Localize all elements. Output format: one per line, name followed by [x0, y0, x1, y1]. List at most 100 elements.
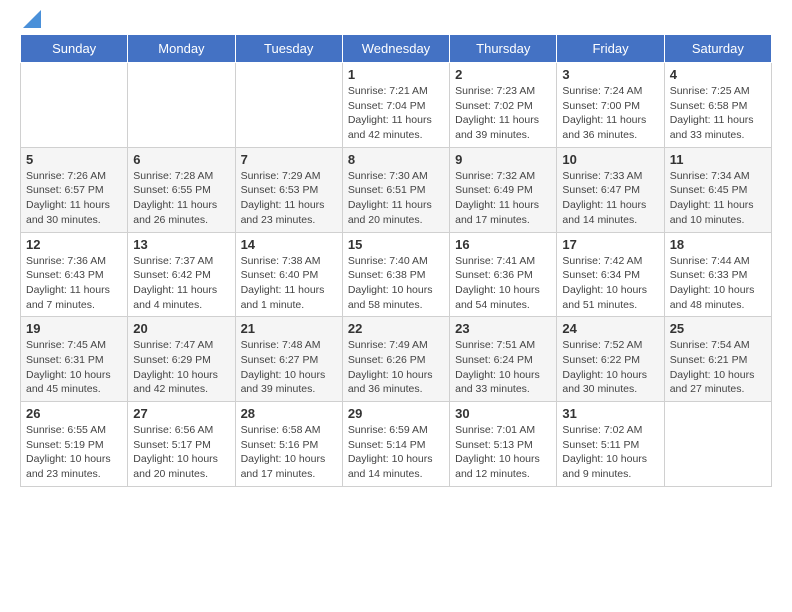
day-number: 15	[348, 237, 444, 252]
calendar-cell: 19 Sunrise: 7:45 AM Sunset: 6:31 PM Dayli…	[21, 317, 128, 402]
col-header-monday: Monday	[128, 35, 235, 63]
col-header-friday: Friday	[557, 35, 664, 63]
day-info: Sunrise: 7:36 AM Sunset: 6:43 PM Dayligh…	[26, 254, 122, 313]
day-info: Sunrise: 7:44 AM Sunset: 6:33 PM Dayligh…	[670, 254, 766, 313]
calendar-cell: 1 Sunrise: 7:21 AM Sunset: 7:04 PM Daylig…	[342, 63, 449, 148]
col-header-wednesday: Wednesday	[342, 35, 449, 63]
page-header	[20, 20, 772, 24]
day-number: 19	[26, 321, 122, 336]
calendar-cell	[128, 63, 235, 148]
day-info: Sunrise: 7:37 AM Sunset: 6:42 PM Dayligh…	[133, 254, 229, 313]
calendar-cell: 25 Sunrise: 7:54 AM Sunset: 6:21 PM Dayli…	[664, 317, 771, 402]
day-number: 20	[133, 321, 229, 336]
day-info: Sunrise: 6:58 AM Sunset: 5:16 PM Dayligh…	[241, 423, 337, 482]
day-info: Sunrise: 7:02 AM Sunset: 5:11 PM Dayligh…	[562, 423, 658, 482]
calendar-cell: 9Sunrise: 7:32 AM Sunset: 6:49 PM Daylig…	[450, 147, 557, 232]
day-number: 1	[348, 67, 444, 82]
calendar-cell: 3 Sunrise: 7:24 AM Sunset: 7:00 PM Daylig…	[557, 63, 664, 148]
calendar-cell: 26 Sunrise: 6:55 AM Sunset: 5:19 PM Dayli…	[21, 402, 128, 487]
day-number: 18	[670, 237, 766, 252]
calendar-cell: 23 Sunrise: 7:51 AM Sunset: 6:24 PM Dayli…	[450, 317, 557, 402]
calendar-cell: 31 Sunrise: 7:02 AM Sunset: 5:11 PM Dayli…	[557, 402, 664, 487]
calendar-cell: 30 Sunrise: 7:01 AM Sunset: 5:13 PM Dayli…	[450, 402, 557, 487]
calendar-cell: 12 Sunrise: 7:36 AM Sunset: 6:43 PM Dayli…	[21, 232, 128, 317]
calendar-cell	[664, 402, 771, 487]
day-info: Sunrise: 7:51 AM Sunset: 6:24 PM Dayligh…	[455, 338, 551, 397]
day-number: 12	[26, 237, 122, 252]
calendar-cell: 8 Sunrise: 7:30 AM Sunset: 6:51 PM Daylig…	[342, 147, 449, 232]
calendar-cell: 20 Sunrise: 7:47 AM Sunset: 6:29 PM Dayli…	[128, 317, 235, 402]
day-info: Sunrise: 7:29 AM Sunset: 6:53 PM Dayligh…	[241, 169, 337, 228]
calendar-cell: 29Sunrise: 6:59 AM Sunset: 5:14 PM Dayli…	[342, 402, 449, 487]
day-number: 28	[241, 406, 337, 421]
day-info: Sunrise: 7:21 AM Sunset: 7:04 PM Dayligh…	[348, 84, 444, 143]
calendar-cell: 7Sunrise: 7:29 AM Sunset: 6:53 PM Daylig…	[235, 147, 342, 232]
day-number: 2	[455, 67, 551, 82]
calendar-cell: 24 Sunrise: 7:52 AM Sunset: 6:22 PM Dayli…	[557, 317, 664, 402]
calendar-cell: 5 Sunrise: 7:26 AM Sunset: 6:57 PM Daylig…	[21, 147, 128, 232]
day-number: 31	[562, 406, 658, 421]
calendar-cell: 28 Sunrise: 6:58 AM Sunset: 5:16 PM Dayli…	[235, 402, 342, 487]
day-info: Sunrise: 7:48 AM Sunset: 6:27 PM Dayligh…	[241, 338, 337, 397]
day-number: 16	[455, 237, 551, 252]
calendar-cell: 17 Sunrise: 7:42 AM Sunset: 6:34 PM Dayli…	[557, 232, 664, 317]
day-info: Sunrise: 7:32 AM Sunset: 6:49 PM Dayligh…	[455, 169, 551, 228]
day-info: Sunrise: 6:56 AM Sunset: 5:17 PM Dayligh…	[133, 423, 229, 482]
day-info: Sunrise: 7:25 AM Sunset: 6:58 PM Dayligh…	[670, 84, 766, 143]
calendar-cell: 21 Sunrise: 7:48 AM Sunset: 6:27 PM Dayli…	[235, 317, 342, 402]
day-info: Sunrise: 7:42 AM Sunset: 6:34 PM Dayligh…	[562, 254, 658, 313]
day-info: Sunrise: 7:28 AM Sunset: 6:55 PM Dayligh…	[133, 169, 229, 228]
day-number: 24	[562, 321, 658, 336]
logo-icon	[23, 10, 41, 28]
day-info: Sunrise: 7:24 AM Sunset: 7:00 PM Dayligh…	[562, 84, 658, 143]
day-number: 11	[670, 152, 766, 167]
day-number: 5	[26, 152, 122, 167]
calendar-cell	[235, 63, 342, 148]
day-info: Sunrise: 6:55 AM Sunset: 5:19 PM Dayligh…	[26, 423, 122, 482]
calendar-cell: 13 Sunrise: 7:37 AM Sunset: 6:42 PM Dayli…	[128, 232, 235, 317]
day-number: 8	[348, 152, 444, 167]
day-info: Sunrise: 7:49 AM Sunset: 6:26 PM Dayligh…	[348, 338, 444, 397]
col-header-thursday: Thursday	[450, 35, 557, 63]
day-info: Sunrise: 7:34 AM Sunset: 6:45 PM Dayligh…	[670, 169, 766, 228]
day-info: Sunrise: 7:45 AM Sunset: 6:31 PM Dayligh…	[26, 338, 122, 397]
calendar-cell: 14 Sunrise: 7:38 AM Sunset: 6:40 PM Dayli…	[235, 232, 342, 317]
calendar-cell: 6 Sunrise: 7:28 AM Sunset: 6:55 PM Daylig…	[128, 147, 235, 232]
day-number: 25	[670, 321, 766, 336]
calendar-cell: 16 Sunrise: 7:41 AM Sunset: 6:36 PM Dayli…	[450, 232, 557, 317]
day-info: Sunrise: 7:30 AM Sunset: 6:51 PM Dayligh…	[348, 169, 444, 228]
calendar-cell: 15Sunrise: 7:40 AM Sunset: 6:38 PM Dayli…	[342, 232, 449, 317]
logo	[20, 20, 41, 24]
day-info: Sunrise: 7:52 AM Sunset: 6:22 PM Dayligh…	[562, 338, 658, 397]
calendar-table: SundayMondayTuesdayWednesdayThursdayFrid…	[20, 34, 772, 487]
calendar-cell: 18 Sunrise: 7:44 AM Sunset: 6:33 PM Dayli…	[664, 232, 771, 317]
day-number: 14	[241, 237, 337, 252]
day-info: Sunrise: 7:26 AM Sunset: 6:57 PM Dayligh…	[26, 169, 122, 228]
col-header-saturday: Saturday	[664, 35, 771, 63]
day-number: 13	[133, 237, 229, 252]
day-number: 4	[670, 67, 766, 82]
calendar-cell: 10Sunrise: 7:33 AM Sunset: 6:47 PM Dayli…	[557, 147, 664, 232]
day-number: 30	[455, 406, 551, 421]
day-info: Sunrise: 7:23 AM Sunset: 7:02 PM Dayligh…	[455, 84, 551, 143]
calendar-cell: 11 Sunrise: 7:34 AM Sunset: 6:45 PM Dayli…	[664, 147, 771, 232]
calendar-cell: 22 Sunrise: 7:49 AM Sunset: 6:26 PM Dayli…	[342, 317, 449, 402]
calendar-cell: 2 Sunrise: 7:23 AM Sunset: 7:02 PM Daylig…	[450, 63, 557, 148]
day-info: Sunrise: 7:38 AM Sunset: 6:40 PM Dayligh…	[241, 254, 337, 313]
day-info: Sunrise: 7:54 AM Sunset: 6:21 PM Dayligh…	[670, 338, 766, 397]
day-info: Sunrise: 7:41 AM Sunset: 6:36 PM Dayligh…	[455, 254, 551, 313]
calendar-cell	[21, 63, 128, 148]
day-number: 22	[348, 321, 444, 336]
day-number: 3	[562, 67, 658, 82]
day-info: Sunrise: 7:01 AM Sunset: 5:13 PM Dayligh…	[455, 423, 551, 482]
day-number: 27	[133, 406, 229, 421]
col-header-sunday: Sunday	[21, 35, 128, 63]
day-number: 23	[455, 321, 551, 336]
col-header-tuesday: Tuesday	[235, 35, 342, 63]
day-info: Sunrise: 7:47 AM Sunset: 6:29 PM Dayligh…	[133, 338, 229, 397]
day-number: 26	[26, 406, 122, 421]
day-number: 17	[562, 237, 658, 252]
day-number: 6	[133, 152, 229, 167]
day-number: 10	[562, 152, 658, 167]
day-number: 21	[241, 321, 337, 336]
